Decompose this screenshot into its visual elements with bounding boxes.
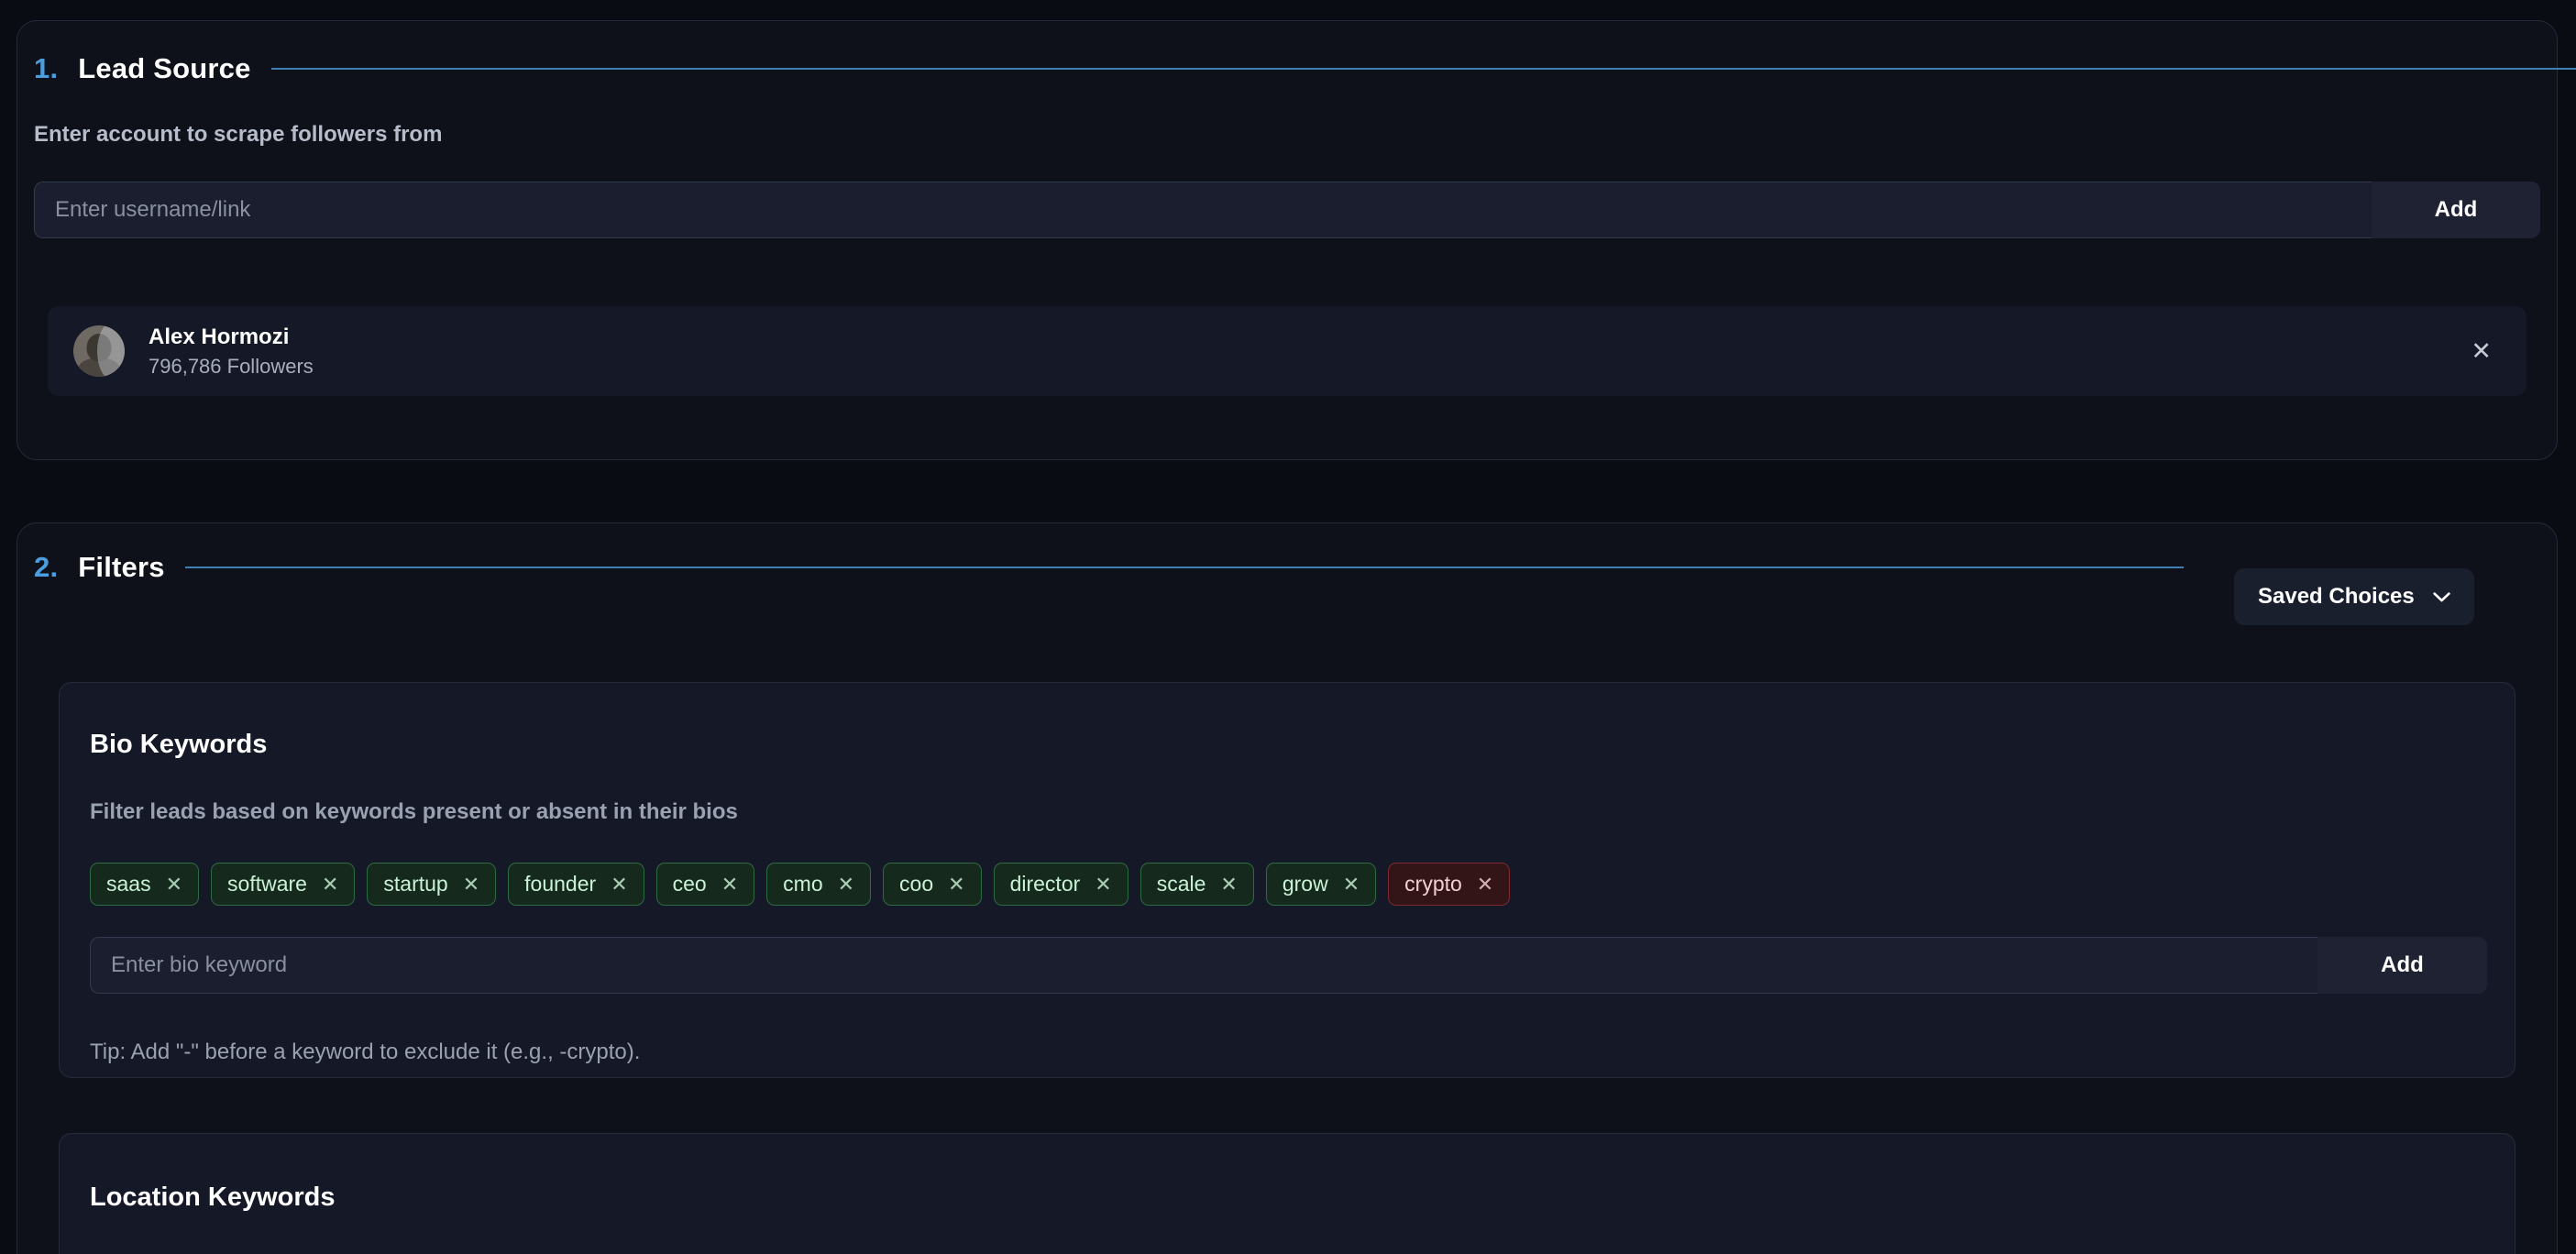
filters-title: Filters <box>78 551 164 584</box>
remove-chip-icon[interactable]: ✕ <box>1343 874 1360 895</box>
bio-keywords-title: Bio Keywords <box>90 730 267 760</box>
remove-chip-icon[interactable]: ✕ <box>721 874 738 895</box>
bio-keyword-chip[interactable]: saas ✕ <box>90 863 199 906</box>
bio-keyword-chip[interactable]: ceo ✕ <box>656 863 755 906</box>
page-title: Lead Source <box>78 52 250 85</box>
bio-keyword-chip[interactable]: crypto ✕ <box>1388 863 1510 906</box>
lead-source-heading: 1. Lead Source <box>34 52 2540 85</box>
remove-chip-icon[interactable]: ✕ <box>1220 874 1237 895</box>
bio-keyword-chip-label: software <box>227 872 307 896</box>
bio-keyword-chip[interactable]: coo ✕ <box>883 863 982 906</box>
bio-keyword-chip[interactable]: scale ✕ <box>1140 863 1254 906</box>
location-keywords-title: Location Keywords <box>90 1182 336 1213</box>
section-divider-rule <box>271 68 2576 70</box>
bio-keyword-chip-label: founder <box>524 872 596 896</box>
bio-keyword-chip-label: grow <box>1282 872 1328 896</box>
section-number-1: 1. <box>34 52 58 85</box>
remove-chip-icon[interactable]: ✕ <box>322 874 338 895</box>
remove-chip-icon[interactable]: ✕ <box>838 874 854 895</box>
bio-keyword-chip-label: ceo <box>673 872 707 896</box>
lead-source-sub-label: Enter account to scrape followers from <box>34 122 442 148</box>
account-followers: 796,786 Followers <box>149 355 314 379</box>
bio-keyword-chip-label: cmo <box>783 872 822 896</box>
chevron-down-icon <box>2433 592 2450 602</box>
bio-keywords-tip: Tip: Add "-" before a keyword to exclude… <box>90 1040 640 1065</box>
bio-keyword-chip[interactable]: startup ✕ <box>367 863 496 906</box>
saved-choices-label: Saved Choices <box>2258 584 2415 610</box>
bio-keyword-chip-label: startup <box>383 872 447 896</box>
bio-keyword-input[interactable] <box>90 937 2317 994</box>
close-icon[interactable]: ✕ <box>2461 334 2501 369</box>
account-name: Alex Hormozi <box>149 324 314 350</box>
bio-keyword-chip-list: saas✕software✕startup✕founder✕ceo✕cmo✕co… <box>90 863 1510 906</box>
account-input-group: Add <box>34 182 2540 238</box>
bio-keyword-chip-label: scale <box>1157 872 1206 896</box>
filters-divider-rule <box>185 566 2184 568</box>
saved-choices-dropdown[interactable]: Saved Choices <box>2234 568 2474 625</box>
remove-chip-icon[interactable]: ✕ <box>948 874 964 895</box>
bio-keyword-input-group: Add <box>90 937 2487 994</box>
location-keywords-panel <box>59 1133 2515 1254</box>
add-account-button[interactable]: Add <box>2372 182 2540 238</box>
bio-keyword-chip[interactable]: grow ✕ <box>1266 863 1376 906</box>
bio-keyword-chip-label: director <box>1010 872 1081 896</box>
bio-keyword-chip[interactable]: cmo ✕ <box>766 863 871 906</box>
remove-chip-icon[interactable]: ✕ <box>463 874 479 895</box>
scraped-account-card[interactable]: Alex Hormozi 796,786 Followers ✕ <box>48 306 2526 396</box>
avatar <box>73 325 125 377</box>
remove-chip-icon[interactable]: ✕ <box>1095 874 1111 895</box>
add-bio-keyword-button[interactable]: Add <box>2317 937 2487 994</box>
remove-chip-icon[interactable]: ✕ <box>1477 874 1493 895</box>
bio-keyword-chip-label: crypto <box>1404 872 1462 896</box>
section-number-2: 2. <box>34 551 58 584</box>
username-input[interactable] <box>34 182 2372 238</box>
remove-chip-icon[interactable]: ✕ <box>166 874 182 895</box>
app-root: 1. Lead Source Enter account to scrape f… <box>0 0 2576 1254</box>
bio-keyword-chip-label: coo <box>899 872 933 896</box>
bio-keyword-chip-label: saas <box>106 872 151 896</box>
account-text-block: Alex Hormozi 796,786 Followers <box>149 324 314 379</box>
filters-heading: 2. Filters <box>34 551 2184 584</box>
bio-keyword-chip[interactable]: founder ✕ <box>508 863 644 906</box>
bio-keyword-chip[interactable]: software ✕ <box>211 863 355 906</box>
remove-chip-icon[interactable]: ✕ <box>611 874 627 895</box>
bio-keywords-description: Filter leads based on keywords present o… <box>90 799 738 825</box>
bio-keyword-chip[interactable]: director ✕ <box>994 863 1128 906</box>
